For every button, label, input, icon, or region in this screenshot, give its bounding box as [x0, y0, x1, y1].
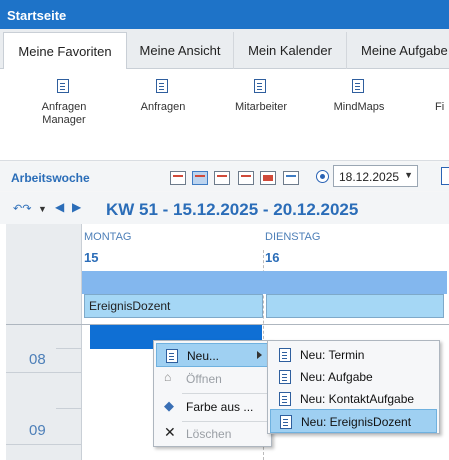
nav-row: ↶↷ ▼ ◀ ▶ KW 51 - 15.12.2025 - 20.12.2025 — [0, 192, 449, 224]
submenu-item-ereignisdozent[interactable]: Neu: EreignisDozent — [270, 409, 437, 433]
window-title: Startseite — [0, 0, 449, 29]
half-hour-divider — [56, 408, 82, 409]
submenu-arrow-icon — [257, 351, 262, 359]
submenu: Neu: Termin Neu: Aufgabe Neu: KontaktAuf… — [267, 340, 440, 434]
ribbon: Anfragen Manager Anfragen Mitarbeiter Mi… — [0, 69, 449, 161]
new-document-icon — [165, 349, 179, 363]
document-icon — [352, 79, 366, 95]
date-picker[interactable]: 18.12.2025 ▼ — [333, 165, 418, 187]
hour-label: 08 — [29, 351, 46, 368]
context-menu: Neu... ⌂ Öffnen ◆ Farbe aus ... ✕ Lösche… — [153, 340, 272, 447]
timeline-view-icon[interactable] — [283, 171, 299, 185]
event-block[interactable] — [266, 294, 444, 318]
tab-meine-favoriten[interactable]: Meine Favoriten — [3, 32, 127, 70]
day-header-tuesday[interactable]: DIENSTAG 16 — [263, 224, 449, 271]
day-name: DIENSTAG — [265, 231, 321, 243]
hour-divider — [6, 372, 82, 373]
menu-item-label: Farbe aus ... — [186, 400, 254, 414]
date-value: 18.12.2025 — [339, 170, 400, 184]
menu-item-loeschen[interactable]: ✕ Löschen — [156, 422, 269, 446]
day-header-monday[interactable]: MONTAG 15 — [82, 224, 263, 271]
submenu-item-label: Neu: Termin — [300, 348, 365, 362]
ribbon-mitarbeiter[interactable]: Mitarbeiter — [228, 79, 294, 114]
document-icon — [57, 79, 71, 95]
submenu-item-label: Neu: EreignisDozent — [301, 415, 412, 429]
menu-item-label: Öffnen — [186, 372, 222, 386]
menu-separator — [182, 393, 268, 394]
day-number: 16 — [265, 250, 280, 265]
day-view-icon[interactable] — [170, 171, 186, 185]
ribbon-fi[interactable]: Fi — [435, 79, 449, 114]
new-document-icon — [279, 415, 293, 429]
new-document-icon — [278, 392, 292, 406]
ribbon-label: Anfragen — [140, 101, 186, 113]
submenu-item-label: Neu: Aufgabe — [300, 370, 373, 384]
menu-item-label: Neu... — [187, 349, 220, 363]
day-number: 15 — [84, 250, 99, 265]
document-icon — [156, 79, 170, 95]
menu-item-oeffnen[interactable]: ⌂ Öffnen — [156, 367, 269, 391]
ribbon-label: Anfragen Manager — [41, 101, 87, 126]
week-title: KW 51 - 15.12.2025 - 20.12.2025 — [106, 200, 359, 219]
new-document-icon — [278, 348, 292, 362]
hour-divider — [6, 444, 82, 445]
refresh-icon[interactable]: ↶↷ — [13, 202, 31, 215]
menu-item-label: Löschen — [186, 427, 232, 441]
view-label: Arbeitswoche — [11, 171, 90, 185]
menu-item-farbe[interactable]: ◆ Farbe aus ... — [156, 395, 269, 419]
month-view-icon[interactable] — [238, 171, 254, 185]
calendar-button-icon[interactable] — [441, 167, 449, 185]
chevron-down-icon[interactable]: ▼ — [404, 170, 413, 180]
ribbon-mindmaps[interactable]: MindMaps — [328, 79, 390, 114]
date-radio-icon[interactable] — [316, 170, 329, 183]
submenu-item-aufgabe[interactable]: Neu: Aufgabe — [270, 365, 437, 389]
tab-bar: Meine Favoriten Meine Ansicht Mein Kalen… — [0, 29, 449, 70]
prev-arrow-icon[interactable]: ◀ — [55, 200, 64, 214]
grid-view-icon[interactable] — [260, 171, 276, 185]
tab-meine-ansicht[interactable]: Meine Ansicht — [127, 32, 234, 69]
menu-item-neu[interactable]: Neu... — [156, 343, 269, 367]
tab-mein-kalender[interactable]: Mein Kalender — [234, 32, 347, 69]
dropdown-arrow-icon[interactable]: ▼ — [38, 204, 47, 214]
day-name: MONTAG — [84, 231, 132, 243]
ribbon-anfragen[interactable]: Anfragen — [133, 79, 193, 114]
allday-band[interactable] — [82, 271, 447, 294]
new-document-icon — [278, 370, 292, 384]
ribbon-label: Mitarbeiter — [235, 101, 287, 113]
ribbon-anfragen-manager[interactable]: Anfragen Manager — [34, 79, 94, 127]
submenu-item-termin[interactable]: Neu: Termin — [270, 343, 437, 367]
half-hour-divider — [56, 348, 82, 349]
next-arrow-icon[interactable]: ▶ — [72, 200, 81, 214]
column-divider — [81, 224, 82, 460]
week-view-icon[interactable] — [214, 171, 230, 185]
ribbon-label: Fi — [435, 101, 445, 113]
ribbon-label: MindMaps — [333, 101, 385, 113]
tab-meine-aufgaben[interactable]: Meine Aufgabe — [347, 32, 449, 69]
submenu-item-kontaktaufgabe[interactable]: Neu: KontaktAufgabe — [270, 387, 437, 411]
workweek-view-icon[interactable] — [192, 171, 208, 185]
delete-x-icon: ✕ — [164, 424, 176, 440]
document-icon — [254, 79, 268, 95]
hour-label: 09 — [29, 422, 46, 439]
submenu-item-label: Neu: KontaktAufgabe — [300, 392, 415, 406]
event-ereignisdozent[interactable]: EreignisDozent — [84, 294, 263, 318]
paint-bucket-icon: ◆ — [164, 398, 174, 413]
open-folder-icon: ⌂ — [164, 370, 172, 384]
